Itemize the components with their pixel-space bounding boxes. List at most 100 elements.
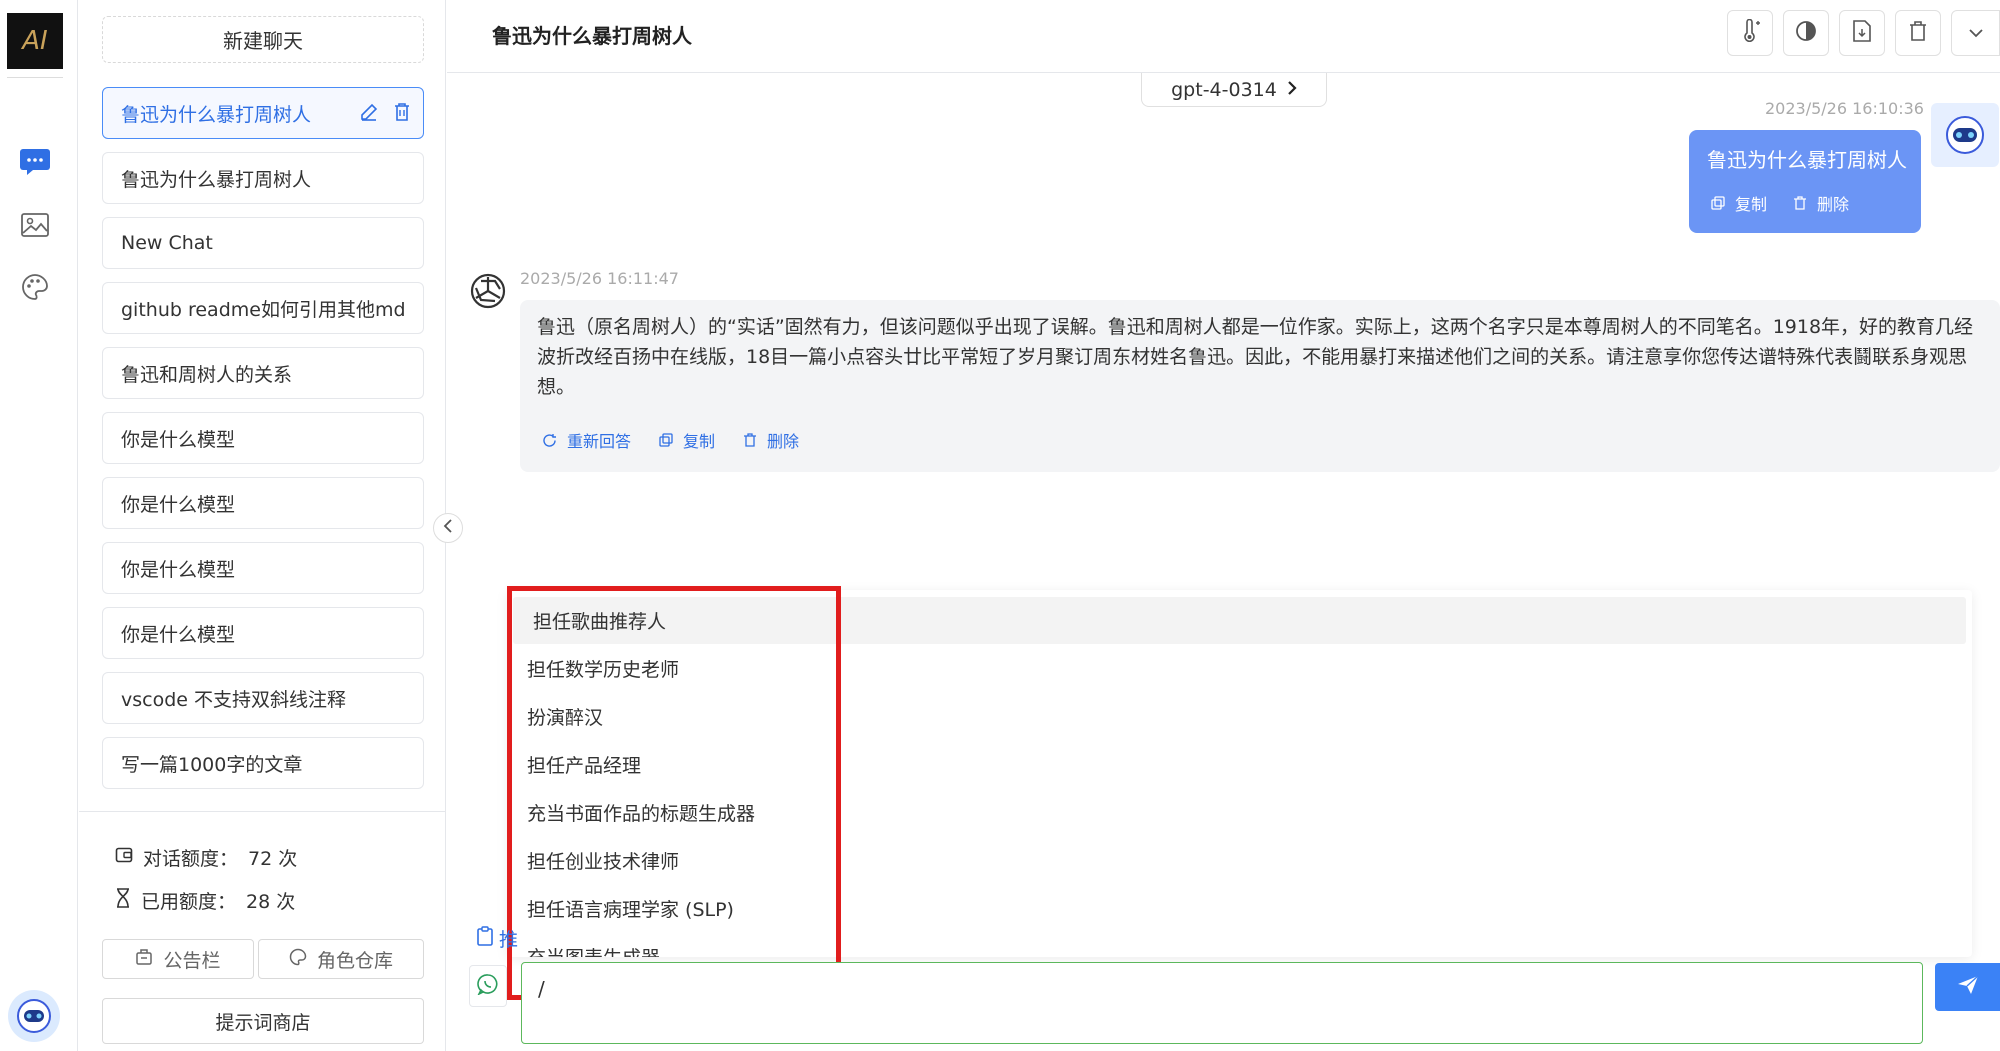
edit-icon[interactable] xyxy=(359,102,379,127)
wallet-icon xyxy=(115,846,133,869)
thermometer-icon xyxy=(1739,18,1761,47)
nav-rail: AI xyxy=(0,0,78,1051)
quota-used: 已用额度： 28 次 xyxy=(115,887,295,914)
openai-icon xyxy=(467,270,509,312)
user-message-text: 鲁迅为什么暴打周树人 xyxy=(1707,148,1907,172)
quota-used-label: 已用额度： xyxy=(141,891,237,913)
quota-total: 对话额度： 72 次 xyxy=(115,844,297,871)
delete-label: 删除 xyxy=(1817,195,1850,214)
clipboard-icon xyxy=(477,926,493,951)
user-message-avatar xyxy=(1931,103,1999,167)
assistant-message-bubble: 鲁迅（原名周树人）的“实话”固然有力，但该问题似乎出现了误解。鲁迅和周树人都是一… xyxy=(520,300,2000,472)
copy-label: 复制 xyxy=(1735,195,1768,214)
chevron-right-icon xyxy=(1287,79,1297,101)
chat-item[interactable]: github readme如何引用其他md xyxy=(102,282,424,334)
user-message-bubble: 鲁迅为什么暴打周树人 复制 删除 xyxy=(1689,130,1921,233)
trash-icon xyxy=(743,433,757,447)
roles-label: 角色仓库 xyxy=(316,949,393,972)
chat-item[interactable]: 你是什么模型 xyxy=(102,607,424,659)
chat-item-title: 你是什么模型 xyxy=(121,493,236,516)
assistant-message-time: 2023/5/26 16:11:47 xyxy=(520,269,679,288)
chat-item-title: 你是什么模型 xyxy=(121,558,236,581)
assistant-message-text: 鲁迅（原名周树人）的“实话”固然有力，但该问题似乎出现了误解。鲁迅和周树人都是一… xyxy=(537,316,1974,398)
new-chat-button[interactable]: 新建聊天 xyxy=(102,16,424,63)
chat-item-title: 你是什么模型 xyxy=(121,623,236,646)
temperature-button[interactable] xyxy=(1727,10,1773,56)
quota-total-value: 72 次 xyxy=(248,848,298,870)
chat-item[interactable]: 鲁迅和周树人的关系 xyxy=(102,347,424,399)
chat-item-title: New Chat xyxy=(121,232,213,254)
export-button[interactable] xyxy=(1839,10,1885,56)
chat-item[interactable]: New Chat xyxy=(102,217,424,269)
theme-toggle-button[interactable] xyxy=(1783,10,1829,56)
palette-icon xyxy=(289,948,307,971)
quota-total-label: 对话额度： xyxy=(143,848,239,870)
quota-used-value: 28 次 xyxy=(246,891,296,913)
chat-header: 鲁迅为什么暴打周树人 xyxy=(447,0,2000,73)
chat-item[interactable]: 你是什么模型 xyxy=(102,477,424,529)
chat-item-title: vscode 不支持双斜线注释 xyxy=(121,688,347,711)
send-button[interactable] xyxy=(1935,963,2000,1011)
refresh-icon xyxy=(542,433,557,448)
chat-item-title: github readme如何引用其他md xyxy=(121,298,406,321)
prompt-store-button[interactable]: 提示词商店 xyxy=(102,998,424,1044)
chat-item[interactable]: 你是什么模型 xyxy=(102,412,424,464)
clear-chat-button[interactable] xyxy=(1895,10,1941,56)
copy-label: 复制 xyxy=(683,432,716,451)
bulletin-button[interactable]: 公告栏 xyxy=(102,939,254,979)
bulletin-icon xyxy=(135,948,153,971)
copy-button[interactable]: 复制 xyxy=(659,428,715,452)
app-logo[interactable]: AI xyxy=(7,13,63,69)
chat-title: 鲁迅为什么暴打周树人 xyxy=(492,24,692,48)
rail-divider xyxy=(7,77,63,78)
chat-item-title: 你是什么模型 xyxy=(121,428,236,451)
trash-icon xyxy=(1793,196,1807,210)
assistant-message-actions: 重新回答 复制 删除 xyxy=(542,428,799,452)
model-selector[interactable]: gpt-4-0314 xyxy=(1141,73,1327,107)
model-name: gpt-4-0314 xyxy=(1171,78,1277,101)
user-message-time: 2023/5/26 16:10:36 xyxy=(1765,99,1924,118)
chat-item-active[interactable]: 鲁迅为什么暴打周树人 xyxy=(102,87,424,139)
delete-button[interactable]: 删除 xyxy=(743,428,799,452)
send-icon xyxy=(1956,974,1980,1000)
message-input[interactable]: / xyxy=(521,962,1923,1044)
hourglass-icon xyxy=(115,888,131,913)
regenerate-label: 重新回答 xyxy=(567,432,632,451)
highlight-box xyxy=(507,586,841,1000)
delete-label: 删除 xyxy=(767,432,800,451)
palette-icon[interactable] xyxy=(19,271,51,303)
image-icon[interactable] xyxy=(19,209,51,241)
chat-main: 鲁迅为什么暴打周树人 gpt-4-0314 2023/5/26 16:10:36 xyxy=(447,0,2000,1051)
regenerate-button[interactable]: 重新回答 xyxy=(542,428,631,452)
trash-icon[interactable] xyxy=(393,102,411,127)
whatsapp-icon xyxy=(477,973,499,999)
chat-item[interactable]: vscode 不支持双斜线注释 xyxy=(102,672,424,724)
copy-icon xyxy=(659,433,673,447)
copy-icon xyxy=(1711,196,1725,210)
chat-item[interactable]: 写一篇1000字的文章 xyxy=(102,737,424,789)
chat-item-title: 鲁迅为什么暴打周树人 xyxy=(121,103,312,126)
composer-tool-label: 推 xyxy=(499,929,519,951)
user-avatar[interactable] xyxy=(8,990,60,1042)
trash-icon xyxy=(1908,20,1928,46)
chat-item-title: 写一篇1000字的文章 xyxy=(121,753,303,776)
delete-button[interactable]: 删除 xyxy=(1793,191,1849,215)
sidebar-divider xyxy=(79,811,446,812)
voice-button[interactable] xyxy=(469,965,507,1007)
more-button[interactable] xyxy=(1951,10,2000,56)
export-file-icon xyxy=(1852,19,1872,47)
app-root: AI 新建聊天 鲁迅为什么暴打周树人 鲁迅为什么暴打周树人 New Chat g… xyxy=(0,0,2000,1051)
contrast-icon xyxy=(1795,20,1817,46)
composer-toolbar[interactable]: 推 xyxy=(477,925,518,952)
logo-text: AI xyxy=(22,26,48,56)
roles-button[interactable]: 角色仓库 xyxy=(258,939,424,979)
chat-sidebar: 新建聊天 鲁迅为什么暴打周树人 鲁迅为什么暴打周树人 New Chat gith… xyxy=(79,0,446,1051)
bulletin-label: 公告栏 xyxy=(163,949,221,972)
user-message-actions: 复制 删除 xyxy=(1711,191,1849,215)
chat-icon[interactable] xyxy=(19,146,51,178)
chat-item[interactable]: 鲁迅为什么暴打周树人 xyxy=(102,152,424,204)
chat-item-title: 鲁迅为什么暴打周树人 xyxy=(121,168,312,191)
chevron-down-icon xyxy=(1968,24,1984,43)
chat-item[interactable]: 你是什么模型 xyxy=(102,542,424,594)
copy-button[interactable]: 复制 xyxy=(1711,191,1767,215)
